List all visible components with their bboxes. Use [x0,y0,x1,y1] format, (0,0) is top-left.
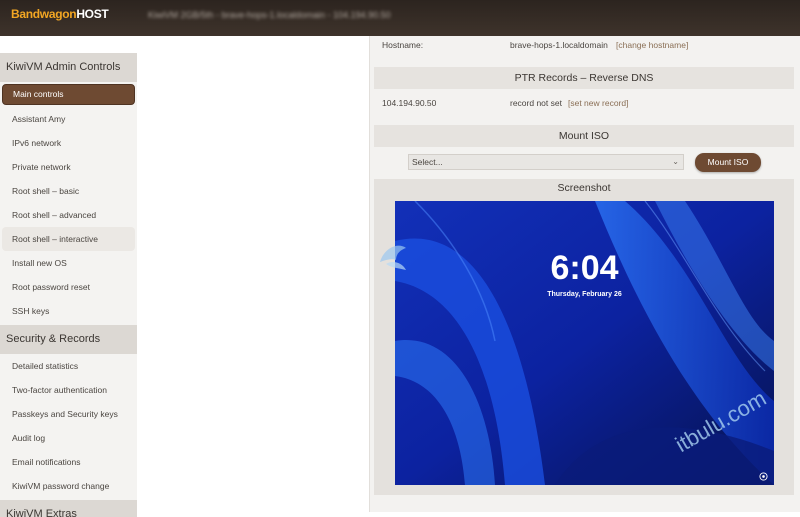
ptr-records-heading: PTR Records – Reverse DNS [374,67,794,89]
logo-text-bandwagon: Bandwagon [11,7,77,21]
lock-screen-time: 6:04 [550,249,619,287]
sidebar-item-root-shell-basic[interactable]: Root shell – basic [2,179,135,203]
screenshot-heading: Screenshot [557,182,611,194]
sidebar-item-password-change[interactable]: KiwiVM password change [2,474,135,498]
sidebar-item-private-network[interactable]: Private network [2,155,135,179]
watermark-bird-icon [380,245,406,270]
sidebar-item-install-new-os[interactable]: Install new OS [2,251,135,275]
iso-select-value: Select... [412,157,443,167]
hostname-value: brave-hops-1.localdomain [510,40,608,50]
sidebar-item-ssh-keys[interactable]: SSH keys [2,299,135,323]
logo-text-host: HOST [76,7,109,21]
vm-screenshot[interactable]: 6:04 Thursday, February 26 [395,201,774,485]
sidebar: KiwiVM Admin Controls Main controls Assi… [0,53,137,517]
server-info-blurred: KiwiVM 2GB/5th - brave-hops-1.localdomai… [148,10,391,20]
sidebar-item-root-shell-advanced[interactable]: Root shell – advanced [2,203,135,227]
mount-iso-button[interactable]: Mount ISO [695,153,761,172]
chevron-down-icon: ⌄ [672,157,679,166]
lock-screen-date: Thursday, February 26 [547,291,622,298]
sidebar-item-root-shell-interactive[interactable]: Root shell – interactive [2,227,135,251]
sidebar-section-admin-controls: KiwiVM Admin Controls [0,53,137,82]
sidebar-item-audit-log[interactable]: Audit log [2,426,135,450]
hostname-row: Hostname: brave-hops-1.localdomain [chan… [382,36,790,58]
ptr-ip-address: 104.194.90.50 [382,98,437,108]
sidebar-item-ipv6-network[interactable]: IPv6 network [2,131,135,155]
accessibility-icon [759,472,768,481]
change-hostname-link[interactable]: [change hostname] [616,40,688,50]
windows-bloom-wallpaper [395,201,774,485]
sidebar-item-root-password-reset[interactable]: Root password reset [2,275,135,299]
bandwagonhost-logo[interactable]: BandwagonHOST [11,7,109,21]
iso-select[interactable]: Select... ⌄ [408,154,684,170]
ptr-row: 104.194.90.50 record not set [set new re… [382,94,790,114]
sidebar-item-main-controls[interactable]: Main controls [2,84,135,105]
sidebar-section-kiwivm-extras: KiwiVM Extras [0,500,137,517]
main-panel: Hostname: brave-hops-1.localdomain [chan… [369,36,800,512]
ptr-status: record not set [510,98,562,108]
sidebar-item-assistant-amy[interactable]: Assistant Amy [2,107,135,131]
mount-iso-heading: Mount ISO [374,125,794,147]
sidebar-section-security-records: Security & Records [0,325,137,354]
top-header: BandwagonHOST KiwiVM 2GB/5th - brave-hop… [0,0,800,36]
sidebar-item-detailed-statistics[interactable]: Detailed statistics [2,354,135,378]
set-new-record-link[interactable]: [set new record] [568,98,628,108]
hostname-label: Hostname: [382,40,424,50]
sidebar-item-email-notifications[interactable]: Email notifications [2,450,135,474]
sidebar-item-two-factor-auth[interactable]: Two-factor authentication [2,378,135,402]
screenshot-section: Screenshot 6:04 Thursday, February 26 [374,179,794,495]
sidebar-item-passkeys[interactable]: Passkeys and Security keys [2,402,135,426]
